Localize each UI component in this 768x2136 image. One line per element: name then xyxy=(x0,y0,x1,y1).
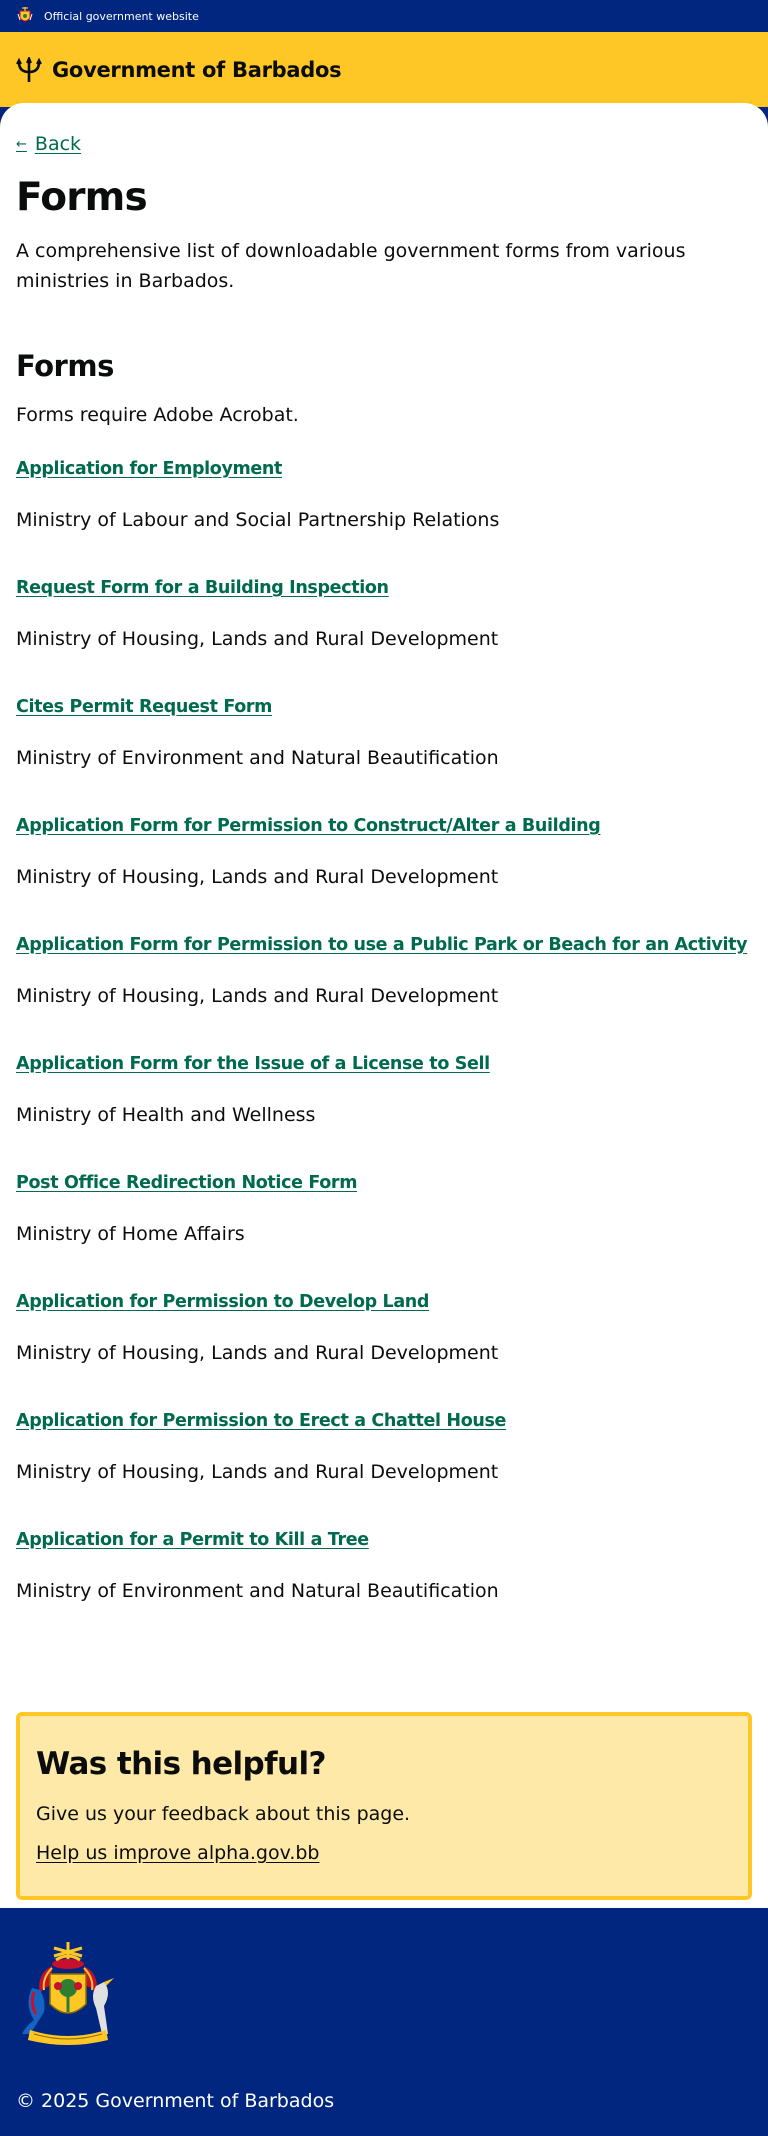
form-ministry: Ministry of Housing, Lands and Rural Dev… xyxy=(16,1342,499,1364)
feedback-link[interactable]: Help us improve alpha.gov.bb xyxy=(36,1842,320,1864)
form-link[interactable]: Application Form for Permission to Const… xyxy=(16,813,752,839)
feedback-title: Was this helpful? xyxy=(36,1746,326,1782)
arrow-left-icon: ← xyxy=(16,136,27,152)
feedback-text: Give us your feedback about this page. xyxy=(36,1803,411,1825)
form-ministry: Ministry of Housing, Lands and Rural Dev… xyxy=(16,1461,499,1483)
form-link[interactable]: Application for Permission to Erect a Ch… xyxy=(16,1408,752,1434)
official-label: Official government website xyxy=(44,9,199,23)
list-item: Application for Permission to Erect a Ch… xyxy=(16,1408,752,1527)
form-link[interactable]: Application for Permission to Develop La… xyxy=(16,1289,752,1315)
form-link[interactable]: Request Form for a Building Inspection xyxy=(16,575,752,601)
form-link[interactable]: Application for Employment xyxy=(16,456,752,482)
back-label: Back xyxy=(34,133,82,155)
coat-of-arms-icon xyxy=(22,1942,114,2045)
form-ministry: Ministry of Environment and Natural Beau… xyxy=(16,747,499,769)
main-content: ← Back Forms A comprehensive list of dow… xyxy=(0,103,768,1908)
form-ministry: Ministry of Labour and Social Partnershi… xyxy=(16,509,500,531)
back-link[interactable]: ← Back xyxy=(16,133,81,155)
form-ministry: Ministry of Housing, Lands and Rural Dev… xyxy=(16,985,499,1007)
copyright-text: © 2025 Government of Barbados xyxy=(16,2090,335,2112)
list-item: Application for a Permit to Kill a Tree … xyxy=(16,1527,752,1646)
list-item: Application for Permission to Develop La… xyxy=(16,1289,752,1408)
site-title[interactable]: Government of Barbados xyxy=(52,58,342,82)
list-item: Application Form for Permission to use a… xyxy=(16,932,752,1051)
section-title: Forms xyxy=(16,349,114,383)
list-item: Post Office Redirection Notice Form Mini… xyxy=(16,1170,752,1289)
site-header: Government of Barbados xyxy=(0,32,768,107)
trident-icon xyxy=(16,56,42,82)
page-intro: A comprehensive list of downloadable gov… xyxy=(16,240,686,292)
list-item: Request Form for a Building Inspection M… xyxy=(16,575,752,694)
coat-of-arms-icon xyxy=(17,7,33,22)
form-ministry: Ministry of Environment and Natural Beau… xyxy=(16,1580,499,1602)
form-link[interactable]: Cites Permit Request Form xyxy=(16,694,752,720)
form-ministry: Ministry of Housing, Lands and Rural Dev… xyxy=(16,866,499,888)
form-ministry: Ministry of Home Affairs xyxy=(16,1223,245,1245)
form-link[interactable]: Application Form for the Issue of a Lice… xyxy=(16,1051,752,1077)
form-link[interactable]: Application Form for Permission to use a… xyxy=(16,932,752,958)
section-note: Forms require Adobe Acrobat. xyxy=(16,404,299,426)
form-link[interactable]: Post Office Redirection Notice Form xyxy=(16,1170,752,1196)
list-item: Application for Employment Ministry of L… xyxy=(16,456,752,575)
forms-list: Application for Employment Ministry of L… xyxy=(16,456,752,1646)
form-link[interactable]: Application for a Permit to Kill a Tree xyxy=(16,1527,752,1553)
list-item: Cites Permit Request Form Ministry of En… xyxy=(16,694,752,813)
form-ministry: Ministry of Health and Wellness xyxy=(16,1104,316,1126)
page-title: Forms xyxy=(16,175,148,220)
official-banner: Official government website xyxy=(0,0,768,32)
site-footer: © 2025 Government of Barbados xyxy=(0,1908,768,2136)
form-ministry: Ministry of Housing, Lands and Rural Dev… xyxy=(16,628,499,650)
feedback-panel: Was this helpful? Give us your feedback … xyxy=(16,1712,752,1900)
list-item: Application Form for the Issue of a Lice… xyxy=(16,1051,752,1170)
list-item: Application Form for Permission to Const… xyxy=(16,813,752,932)
